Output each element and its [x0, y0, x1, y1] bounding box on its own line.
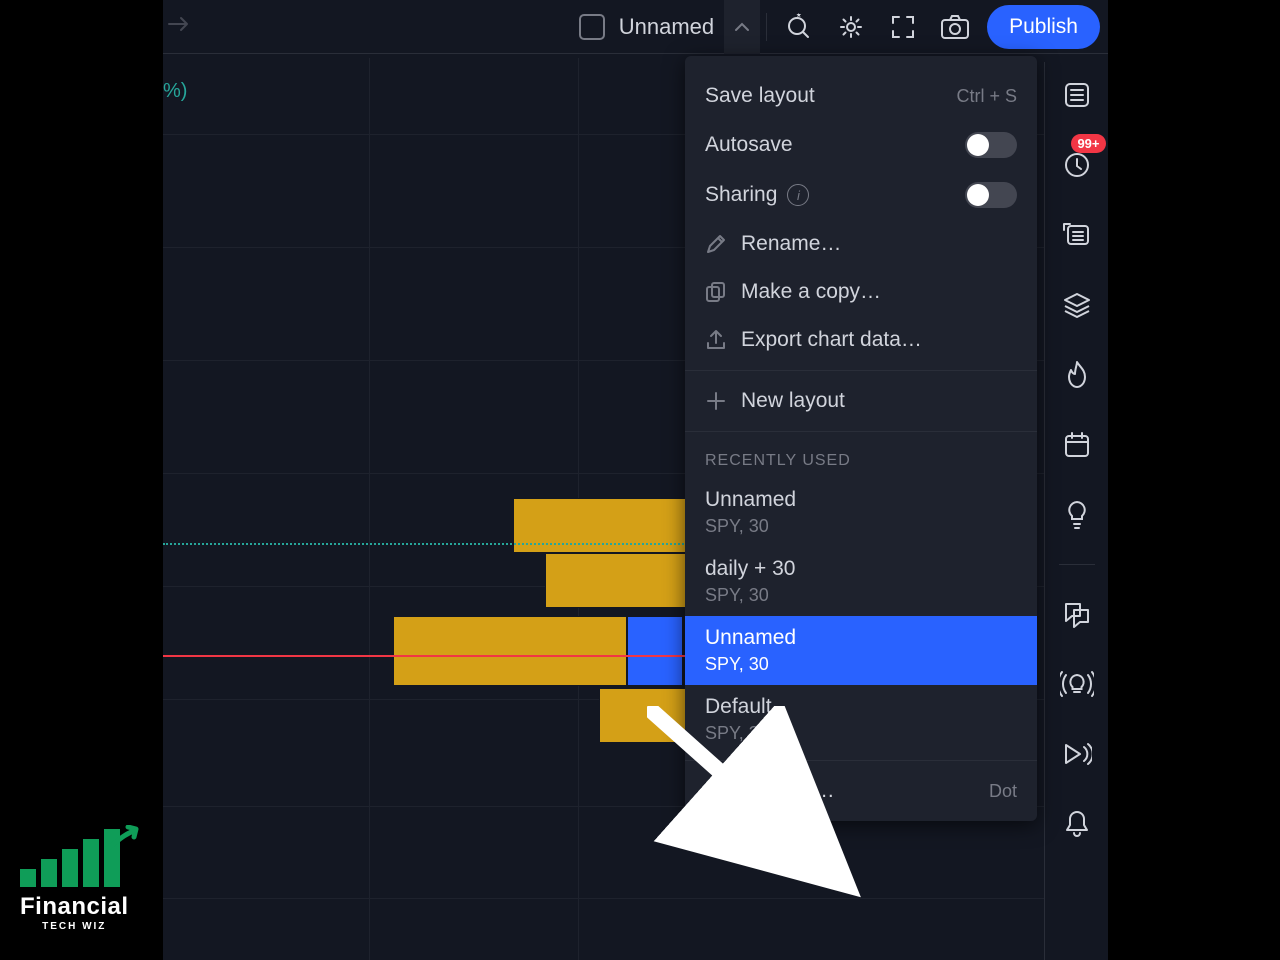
menu-rename[interactable]: Rename… [685, 220, 1037, 268]
plus-icon [705, 390, 741, 412]
layout-name-label[interactable]: Unnamed [619, 14, 714, 40]
chevron-up-icon [734, 22, 750, 32]
pencil-icon [705, 233, 741, 255]
rail-separator [1059, 564, 1095, 565]
logo-title: Financial [20, 893, 129, 921]
autosave-toggle[interactable] [965, 132, 1017, 158]
chat-button[interactable] [1056, 593, 1098, 635]
quick-search-button[interactable] [773, 1, 825, 53]
gridline [369, 58, 370, 960]
price-line [163, 655, 703, 657]
sharing-toggle[interactable] [965, 182, 1017, 208]
ideas-button[interactable] [1056, 494, 1098, 536]
menu-autosave-row: Autosave [685, 120, 1037, 170]
settings-button[interactable] [825, 1, 877, 53]
trending-button[interactable] [1056, 354, 1098, 396]
copy-icon [705, 281, 741, 303]
recent-sub: SPY, 30 [705, 654, 1017, 675]
volume-bar [627, 616, 683, 686]
logo-subtitle: TECH WIZ [20, 921, 129, 932]
watermark-logo: Financial TECH WIZ [20, 829, 129, 932]
shortcut-label: Dot [989, 781, 1017, 802]
menu-label: Rename… [741, 232, 841, 256]
recent-title: Unnamed [705, 488, 1017, 512]
alerts-count-badge: 99+ [1071, 134, 1105, 153]
menu-sharing-row: Sharing i [685, 170, 1037, 220]
recent-layout-item[interactable]: Unnamed SPY, 30 [685, 478, 1037, 547]
recent-layout-item[interactable]: Default SPY, 30 [685, 685, 1037, 754]
menu-load-layout[interactable]: Load layout… Dot [685, 767, 1037, 815]
topbar-separator [766, 13, 767, 41]
recent-layout-item[interactable]: daily + 30 SPY, 30 [685, 547, 1037, 616]
menu-separator [685, 370, 1037, 371]
menu-separator [685, 760, 1037, 761]
menu-label: Sharing [705, 183, 777, 207]
layout-menu: Save layout Ctrl + S Autosave Sharing i … [685, 56, 1037, 821]
menu-label: Make a copy… [741, 280, 881, 304]
export-icon [705, 329, 741, 351]
right-toolbar: 99+ [1044, 62, 1108, 960]
menu-label: Export chart data… [741, 328, 922, 352]
menu-save-layout[interactable]: Save layout Ctrl + S [685, 72, 1037, 120]
app-frame: Unnamed Publish %) [163, 0, 1108, 960]
fullscreen-button[interactable] [877, 1, 929, 53]
recent-sub: SPY, 30 [705, 723, 1017, 744]
recent-sub: SPY, 30 [705, 516, 1017, 537]
play-button[interactable] [1056, 733, 1098, 775]
layout-dropdown-toggle[interactable] [724, 0, 760, 54]
topbar: Unnamed Publish [163, 0, 1108, 54]
recent-sub: SPY, 30 [705, 585, 1017, 606]
menu-export-data[interactable]: Export chart data… [685, 316, 1037, 364]
menu-label: Load layout… [705, 779, 835, 803]
alerts-button[interactable]: 99+ [1056, 144, 1098, 186]
info-icon[interactable]: i [787, 184, 809, 206]
layers-button[interactable] [1056, 284, 1098, 326]
layout-grid-button[interactable] [579, 14, 605, 40]
menu-label: New layout [741, 389, 845, 413]
recent-title: Default [705, 695, 1017, 719]
indicator-value-fragment: %) [163, 80, 187, 103]
publish-button[interactable]: Publish [987, 5, 1100, 49]
shortcut-label: Ctrl + S [956, 86, 1017, 107]
recent-layout-item[interactable]: Unnamed SPY, 30 [685, 616, 1037, 685]
notifications-button[interactable] [1056, 803, 1098, 845]
menu-separator [685, 431, 1037, 432]
recently-used-header: RECENTLY USED [685, 438, 1037, 478]
watchlist-button[interactable] [1056, 74, 1098, 116]
menu-make-copy[interactable]: Make a copy… [685, 268, 1037, 316]
gridline [163, 898, 1108, 899]
redo-icon [167, 14, 193, 39]
calendar-button[interactable] [1056, 424, 1098, 466]
poc-line [163, 543, 703, 545]
menu-new-layout[interactable]: New layout [685, 377, 1037, 425]
hotlists-button[interactable] [1056, 214, 1098, 256]
recent-title: daily + 30 [705, 557, 1017, 581]
streams-button[interactable] [1056, 663, 1098, 705]
menu-label: Save layout [705, 84, 815, 108]
menu-label: Autosave [705, 133, 793, 157]
snapshot-button[interactable] [929, 1, 981, 53]
volume-bar [393, 616, 627, 686]
recent-title: Unnamed [705, 626, 1017, 650]
